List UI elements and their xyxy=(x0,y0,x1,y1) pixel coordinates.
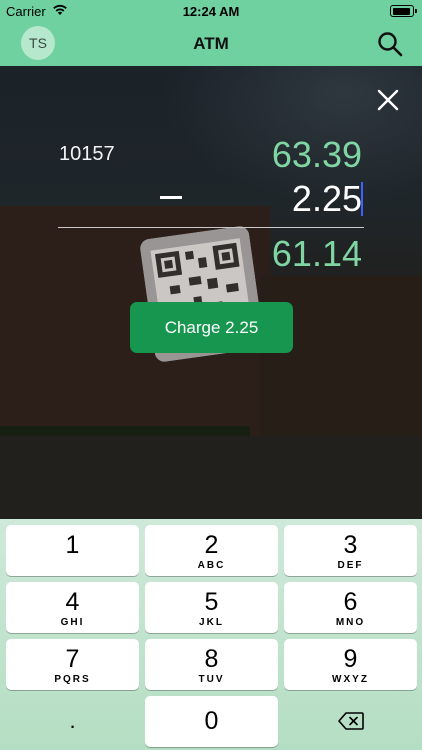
status-time: 12:24 AM xyxy=(182,4,240,19)
key-digit: 0 xyxy=(204,707,219,735)
key-digit: 1 xyxy=(65,531,80,559)
key-digit: 3 xyxy=(343,531,358,559)
key-digit: 7 xyxy=(65,645,80,673)
key-delete[interactable] xyxy=(284,696,417,747)
key-6[interactable]: 6 MNO xyxy=(284,582,417,633)
balance-amount: 63.39 xyxy=(271,134,362,175)
key-letters: PQRS xyxy=(54,674,91,685)
account-number: 10157 xyxy=(59,143,115,165)
key-letters: TUV xyxy=(198,674,225,685)
key-letters: GHI xyxy=(60,617,85,628)
status-bar: Carrier 12:24 AM xyxy=(0,0,422,22)
key-4[interactable]: 4 GHI xyxy=(6,582,139,633)
key-letters: ABC xyxy=(197,560,226,571)
key-digit: 2 xyxy=(204,531,219,559)
key-letters: JKL xyxy=(199,617,224,628)
remaining-balance: 61.14 xyxy=(271,233,362,274)
key-1[interactable]: 1 xyxy=(6,525,139,576)
key-9[interactable]: 9 WXYZ xyxy=(284,639,417,690)
key-digit: 4 xyxy=(65,588,80,616)
key-digit: 8 xyxy=(204,645,219,673)
key-5[interactable]: 5 JKL xyxy=(145,582,278,633)
close-icon[interactable] xyxy=(376,88,400,112)
page-title: ATM xyxy=(193,34,229,53)
key-0[interactable]: 0 xyxy=(145,696,278,747)
key-7[interactable]: 7 PQRS xyxy=(6,639,139,690)
text-cursor xyxy=(361,182,363,216)
key-letters: MNO xyxy=(335,617,366,628)
key-digit: 5 xyxy=(204,588,219,616)
charge-amount-input[interactable]: 2.25 xyxy=(292,178,362,220)
key-2[interactable]: 2 ABC xyxy=(145,525,278,576)
key-letters: DEF xyxy=(337,560,364,571)
numeric-keypad: 1 2 ABC 3 DEF 4 GHI 5 JKL 6 MNO 7 PQRS 8… xyxy=(0,519,422,750)
search-icon[interactable] xyxy=(376,30,404,58)
key-digit: . xyxy=(69,708,76,733)
minus-icon xyxy=(160,196,182,199)
divider xyxy=(58,227,364,228)
backspace-icon xyxy=(338,712,364,730)
key-3[interactable]: 3 DEF xyxy=(284,525,417,576)
battery-icon xyxy=(390,5,417,17)
key-digit: 9 xyxy=(343,645,358,673)
key-decimal[interactable]: . xyxy=(6,696,139,747)
charge-button[interactable]: Charge 2.25 xyxy=(130,302,293,353)
key-letters: WXYZ xyxy=(332,674,369,685)
key-8[interactable]: 8 TUV xyxy=(145,639,278,690)
nav-bar: TS ATM xyxy=(0,22,422,66)
key-digit: 6 xyxy=(343,588,358,616)
